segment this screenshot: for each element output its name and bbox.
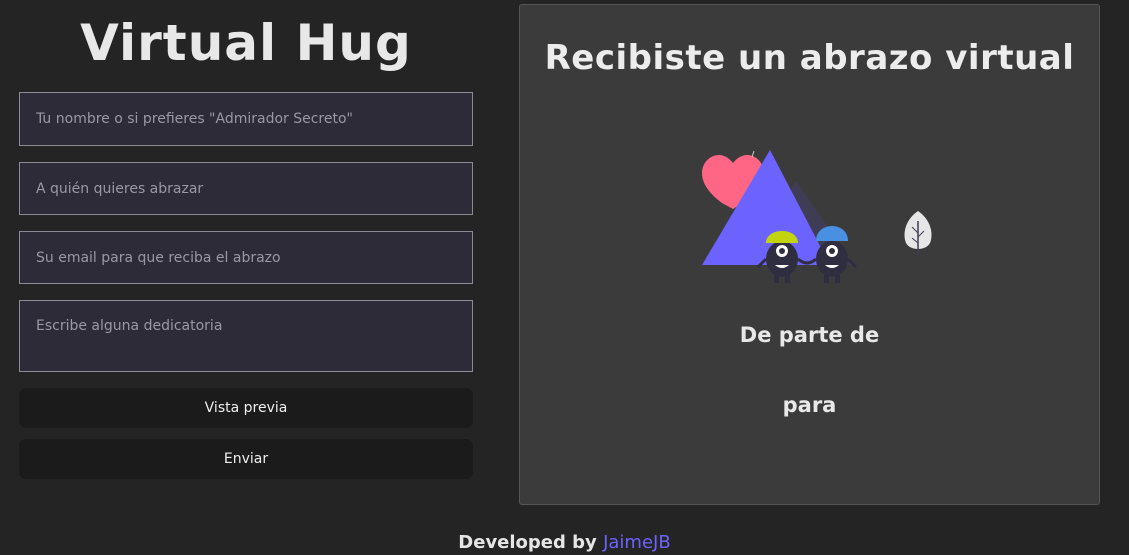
hug-illustration	[702, 150, 932, 283]
heart-stem-shape	[751, 150, 755, 158]
right-character-icon	[816, 226, 858, 283]
page-title: Virtual Hug	[80, 14, 412, 72]
footer-prefix: Developed by	[458, 532, 597, 553]
preview-title: Recibiste un abrazo virtual	[544, 38, 1075, 78]
recipient-email-input[interactable]	[19, 231, 473, 284]
send-button[interactable]: Enviar	[19, 439, 473, 479]
preview-button[interactable]: Vista previa	[19, 388, 473, 428]
hug-preview-card: Recibiste un abrazo virtual De parte de …	[519, 4, 1100, 505]
recipient-name-input[interactable]	[19, 162, 473, 215]
from-label: De parte de	[739, 323, 880, 347]
footer: Developed by JaimeJB	[0, 532, 1129, 553]
to-label: para	[782, 393, 837, 417]
leaf-icon	[904, 211, 932, 255]
author-link[interactable]: JaimeJB	[603, 532, 671, 553]
dedication-textarea[interactable]	[19, 300, 473, 372]
sender-name-input[interactable]	[19, 92, 473, 146]
